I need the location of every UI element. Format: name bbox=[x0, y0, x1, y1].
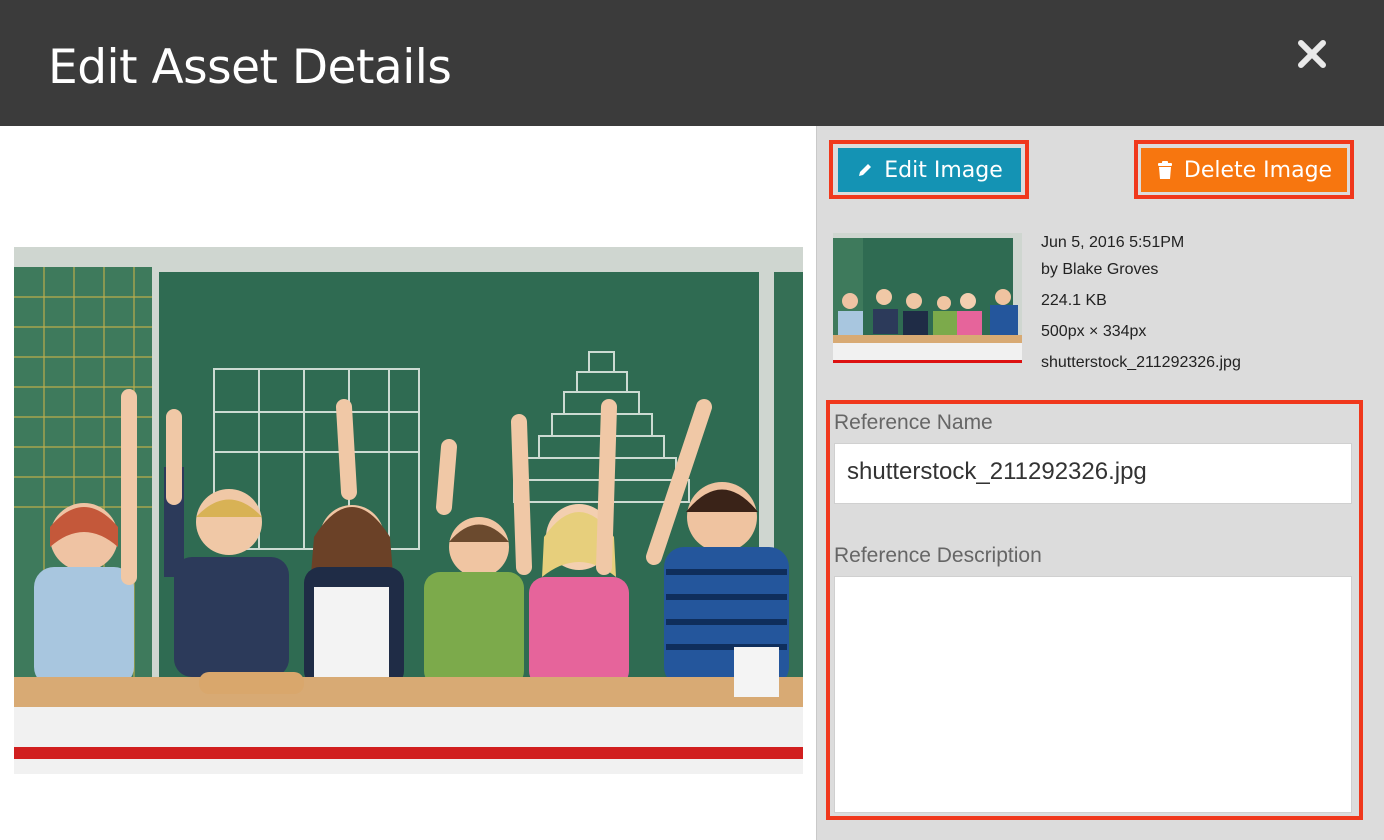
trash-icon bbox=[1157, 161, 1172, 179]
edit-image-button[interactable]: Edit Image bbox=[838, 148, 1021, 192]
delete-image-button[interactable]: Delete Image bbox=[1141, 148, 1347, 192]
edit-image-label: Edit Image bbox=[884, 157, 1003, 183]
reference-description-textarea[interactable] bbox=[834, 576, 1352, 813]
asset-date: Jun 5, 2016 5:51PM bbox=[1041, 234, 1185, 251]
asset-filesize: 224.1 KB bbox=[1041, 292, 1107, 309]
reference-description-label: Reference Description bbox=[834, 544, 1042, 567]
asset-dimensions: 500px × 334px bbox=[1041, 323, 1147, 340]
asset-thumbnail bbox=[833, 233, 1022, 363]
pencil-icon bbox=[859, 164, 872, 176]
asset-preview-image bbox=[14, 247, 803, 774]
dialog-title: Edit Asset Details bbox=[48, 40, 452, 95]
close-button[interactable] bbox=[1292, 34, 1332, 74]
asset-filename: shutterstock_211292326.jpg bbox=[1041, 354, 1241, 371]
reference-name-input[interactable]: shutterstock_211292326.jpg bbox=[834, 443, 1352, 504]
reference-name-label: Reference Name bbox=[834, 411, 993, 434]
dialog-header: Edit Asset Details bbox=[0, 0, 1384, 126]
close-icon bbox=[1298, 40, 1326, 68]
delete-image-label: Delete Image bbox=[1183, 157, 1333, 183]
reference-name-value: shutterstock_211292326.jpg bbox=[847, 458, 1147, 485]
asset-author: by Blake Groves bbox=[1041, 261, 1159, 278]
